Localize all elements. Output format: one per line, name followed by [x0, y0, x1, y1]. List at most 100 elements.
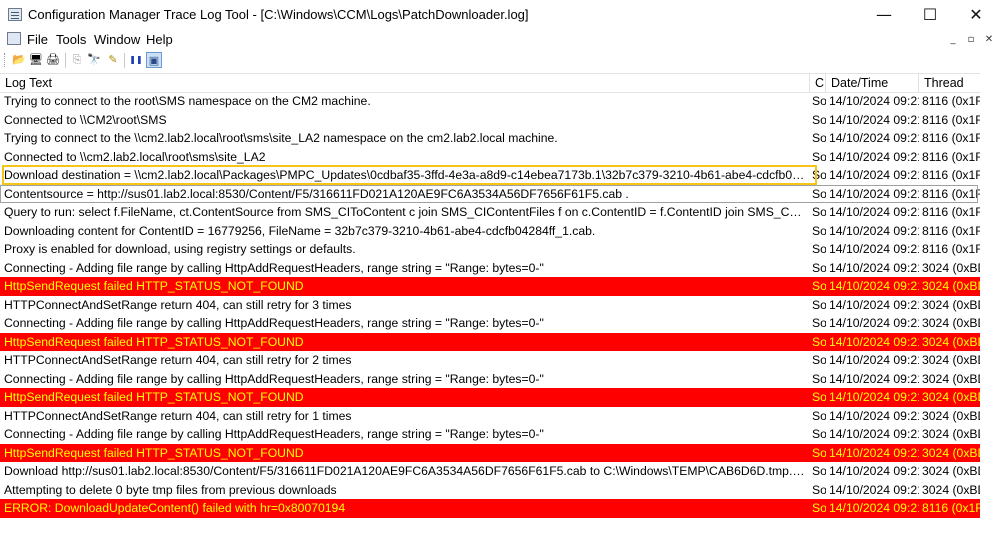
component-cell: So	[812, 371, 826, 386]
mdi-close-button[interactable]: ✕	[981, 32, 997, 47]
date-time-cell: 14/10/2024 09:21	[829, 390, 919, 404]
component-cell: So	[812, 260, 826, 275]
log-text-cell: HttpSendRequest failed HTTP_STATUS_NOT_F…	[4, 279, 304, 293]
log-row[interactable]: Query to run: select f.FileName, ct.Cont…	[0, 203, 1000, 222]
log-row[interactable]: Download http://sus01.lab2.local:8530/Co…	[0, 462, 1000, 481]
thread-cell: 8116 (0x1FI	[922, 94, 980, 108]
log-row[interactable]: Trying to connect to the root\SMS namesp…	[0, 92, 1000, 111]
log-row[interactable]: Connecting - Adding file range by callin…	[0, 425, 1000, 444]
menu-tools[interactable]: Tools	[56, 32, 86, 47]
info-pane-icon[interactable]: ▣	[146, 52, 162, 68]
date-time-cell: 14/10/2024 09:21	[829, 445, 919, 460]
thread-cell: 8116 (0x1FI	[922, 149, 980, 164]
date-time-cell: 14/10/2024 09:21	[829, 223, 919, 238]
document-system-menu-icon[interactable]	[7, 32, 21, 45]
log-row[interactable]: HTTPConnectAndSetRange return 404, can s…	[0, 351, 1000, 370]
date-time-cell: 14/10/2024 09:21	[829, 112, 919, 127]
menu-help[interactable]: Help	[146, 32, 173, 47]
log-row[interactable]: Connected to \\cm2.lab2.local\root\sms\s…	[0, 148, 1000, 167]
log-row[interactable]: Connecting - Adding file range by callin…	[0, 370, 1000, 389]
mdi-restore-button[interactable]: ▫	[963, 32, 979, 47]
log-text-cell: Proxy is enabled for download, using reg…	[4, 242, 356, 256]
log-row-error[interactable]: HttpSendRequest failed HTTP_STATUS_NOT_F…	[0, 332, 1000, 351]
log-text-cell: ERROR: DownloadUpdateContent() failed wi…	[4, 501, 346, 515]
maximize-button[interactable]: ☐	[907, 0, 953, 30]
find-icon[interactable]: 🔭	[86, 52, 102, 68]
log-row[interactable]: Connecting - Adding file range by callin…	[0, 314, 1000, 333]
component-cell: So	[812, 223, 826, 238]
log-row[interactable]: Connecting - Adding file range by callin…	[0, 259, 1000, 278]
thread-cell: 3024 (0xBD	[922, 353, 980, 367]
log-row[interactable]: HTTPConnectAndSetRange return 404, can s…	[0, 296, 1000, 315]
log-row[interactable]: Connected to \\CM2\root\SMS So 14/10/2024 …	[0, 111, 1000, 130]
log-text-cell: Connecting - Adding file range by callin…	[4, 427, 544, 441]
highlight-icon[interactable]: ✎	[105, 52, 121, 68]
log-text-cell: Trying to connect to the root\SMS namesp…	[4, 94, 371, 108]
date-time-cell: 14/10/2024 09:21	[829, 371, 919, 386]
date-time-cell: 14/10/2024 09:21	[829, 408, 919, 423]
menu-file[interactable]: File	[27, 32, 48, 47]
log-row[interactable]: Downloading content for ContentID = 1677…	[0, 222, 1000, 241]
log-text-cell: HTTPConnectAndSetRange return 404, can s…	[4, 353, 352, 367]
log-row-error[interactable]: HttpSendRequest failed HTTP_STATUS_NOT_F…	[0, 388, 1000, 407]
component-cell: So	[812, 316, 826, 330]
component-cell: So	[812, 334, 826, 349]
date-time-cell: 14/10/2024 09:21	[829, 279, 919, 293]
component-cell: So	[812, 427, 826, 441]
log-row-error[interactable]: HttpSendRequest failed HTTP_STATUS_NOT_F…	[0, 443, 1000, 462]
column-header-date-time[interactable]: Date/Time	[826, 74, 919, 92]
thread-cell: 8116 (0x1FI	[922, 131, 980, 145]
date-time-cell: 14/10/2024 09:21	[829, 149, 919, 164]
title-bar: Configuration Manager Trace Log Tool - […	[0, 0, 1000, 30]
column-header-component[interactable]: C	[810, 74, 826, 92]
thread-cell: 8116 (0x1FI	[922, 112, 980, 127]
print-preview-icon[interactable]: 🖥	[28, 52, 44, 68]
component-cell: So	[812, 168, 826, 182]
app-icon[interactable]	[8, 8, 22, 21]
date-time-cell: 14/10/2024 09:21	[829, 168, 919, 182]
thread-cell: 3024 (0xBD	[922, 427, 980, 441]
mdi-minimize-button[interactable]: _	[945, 32, 961, 47]
component-cell: So	[812, 279, 826, 293]
log-text-cell: Connecting - Adding file range by callin…	[4, 260, 544, 275]
log-row[interactable]: HTTPConnectAndSetRange return 404, can s…	[0, 407, 1000, 426]
log-row[interactable]: Proxy is enabled for download, using reg…	[0, 240, 1000, 259]
column-header-log-text[interactable]: Log Text	[0, 74, 810, 92]
thread-cell: 8116 (0x1FI	[922, 168, 980, 182]
log-row[interactable]: Contentsource = http://sus01.lab2.local:…	[0, 184, 1000, 204]
pause-icon[interactable]: ❚❚	[128, 52, 144, 68]
copy-icon[interactable]: ⎘	[69, 52, 85, 68]
toolbar-grip[interactable]	[4, 53, 8, 67]
close-button[interactable]: ✕	[953, 0, 999, 30]
thread-cell: 3024 (0xBD	[922, 334, 980, 349]
component-cell: So	[812, 242, 826, 256]
toolbar-separator	[124, 53, 125, 68]
log-row-error[interactable]: HttpSendRequest failed HTTP_STATUS_NOT_F…	[0, 277, 1000, 296]
log-text-cell: HTTPConnectAndSetRange return 404, can s…	[4, 297, 352, 312]
vertical-scroll-area[interactable]	[980, 73, 1000, 539]
thread-cell: 3024 (0xBD	[922, 390, 980, 404]
window-title: Configuration Manager Trace Log Tool - […	[28, 7, 529, 22]
thread-cell: 3024 (0xBD	[922, 316, 980, 330]
date-time-cell: 14/10/2024 09:21	[829, 297, 919, 312]
log-text-cell: HttpSendRequest failed HTTP_STATUS_NOT_F…	[4, 445, 304, 460]
log-row-error[interactable]: ERROR: DownloadUpdateContent() failed wi…	[0, 499, 1000, 518]
thread-cell: 3024 (0xBD	[922, 482, 980, 497]
log-text-cell: Connecting - Adding file range by callin…	[4, 316, 544, 330]
log-text-cell: Attempting to delete 0 byte tmp files fr…	[4, 482, 337, 497]
date-time-cell: 14/10/2024 09:21	[829, 260, 919, 275]
log-text-cell: Connecting - Adding file range by callin…	[4, 371, 544, 386]
print-icon[interactable]: 🖨	[45, 52, 61, 68]
date-time-cell: 14/10/2024 09:21	[829, 186, 919, 201]
log-text-cell: Query to run: select f.FileName, ct.Cont…	[4, 205, 808, 219]
menu-window[interactable]: Window	[94, 32, 140, 47]
log-row[interactable]: Trying to connect to the \\cm2.lab2.loca…	[0, 129, 1000, 148]
log-row[interactable]: Attempting to delete 0 byte tmp files fr…	[0, 481, 1000, 500]
log-table-header: Log Text C Date/Time Thread	[0, 73, 1000, 93]
minimize-button[interactable]: —	[861, 0, 907, 30]
date-time-cell: 14/10/2024 09:21	[829, 334, 919, 349]
log-row[interactable]: Download destination = \\cm2.lab2.local\…	[0, 166, 1000, 185]
column-header-thread[interactable]: Thread	[919, 74, 980, 92]
open-icon[interactable]: 📂	[11, 52, 27, 68]
component-cell: So	[812, 186, 826, 201]
